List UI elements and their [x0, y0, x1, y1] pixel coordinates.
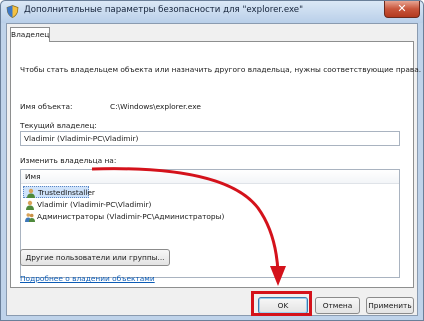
security-dialog-window: Дополнительные параметры безопасности дл… — [0, 0, 424, 321]
list-item-label: TrustedInstaller — [38, 188, 95, 197]
current-owner-label: Текущий владелец: — [20, 121, 97, 130]
object-name-value: C:\Windows\explorer.exe — [110, 102, 201, 111]
list-item-label: Vladimir (Vladimir-PC\Vladimir) — [37, 200, 152, 209]
group-icon — [25, 213, 35, 222]
window-title: Дополнительные параметры безопасности дл… — [24, 5, 304, 15]
list-column-header-name[interactable]: Имя — [21, 170, 399, 184]
close-button[interactable]: ✕ — [384, 1, 420, 18]
apply-button[interactable]: Применить — [366, 297, 414, 314]
shield-icon — [6, 5, 19, 18]
title-bar[interactable]: Дополнительные параметры безопасности дл… — [1, 1, 423, 23]
object-name-label: Имя объекта: — [20, 102, 73, 111]
list-item-label: Администраторы (Vladimir-PC\Администрато… — [37, 212, 225, 221]
close-icon: ✕ — [397, 2, 407, 15]
tab-owner[interactable]: Владелец — [10, 27, 50, 42]
cancel-button[interactable]: Отмена — [315, 297, 360, 314]
list-item-vladimir[interactable]: Vladimir (Vladimir-PC\Vladimir) — [23, 199, 151, 211]
list-item-administrators[interactable]: Администраторы (Vladimir-PC\Администрато… — [23, 211, 224, 223]
user-icon — [27, 188, 35, 198]
user-icon — [26, 200, 34, 210]
list-item-trustedinstaller[interactable]: TrustedInstaller — [23, 186, 95, 198]
current-owner-field[interactable]: Vladimir (Vladimir-PC\Vladimir) — [20, 131, 400, 146]
dialog-client-area: Владелец Чтобы стать владельцем объекта … — [6, 23, 421, 316]
change-owner-label: Изменить владельца на: — [20, 156, 117, 165]
other-users-button[interactable]: Другие пользователи или группы... — [20, 249, 170, 266]
learn-more-link[interactable]: Подробнее о владении объектами — [20, 274, 155, 283]
annotation-highlight-box — [251, 291, 312, 316]
owner-tab-panel: Чтобы стать владельцем объекта или назна… — [10, 41, 421, 288]
intro-text: Чтобы стать владельцем объекта или назна… — [20, 65, 422, 74]
